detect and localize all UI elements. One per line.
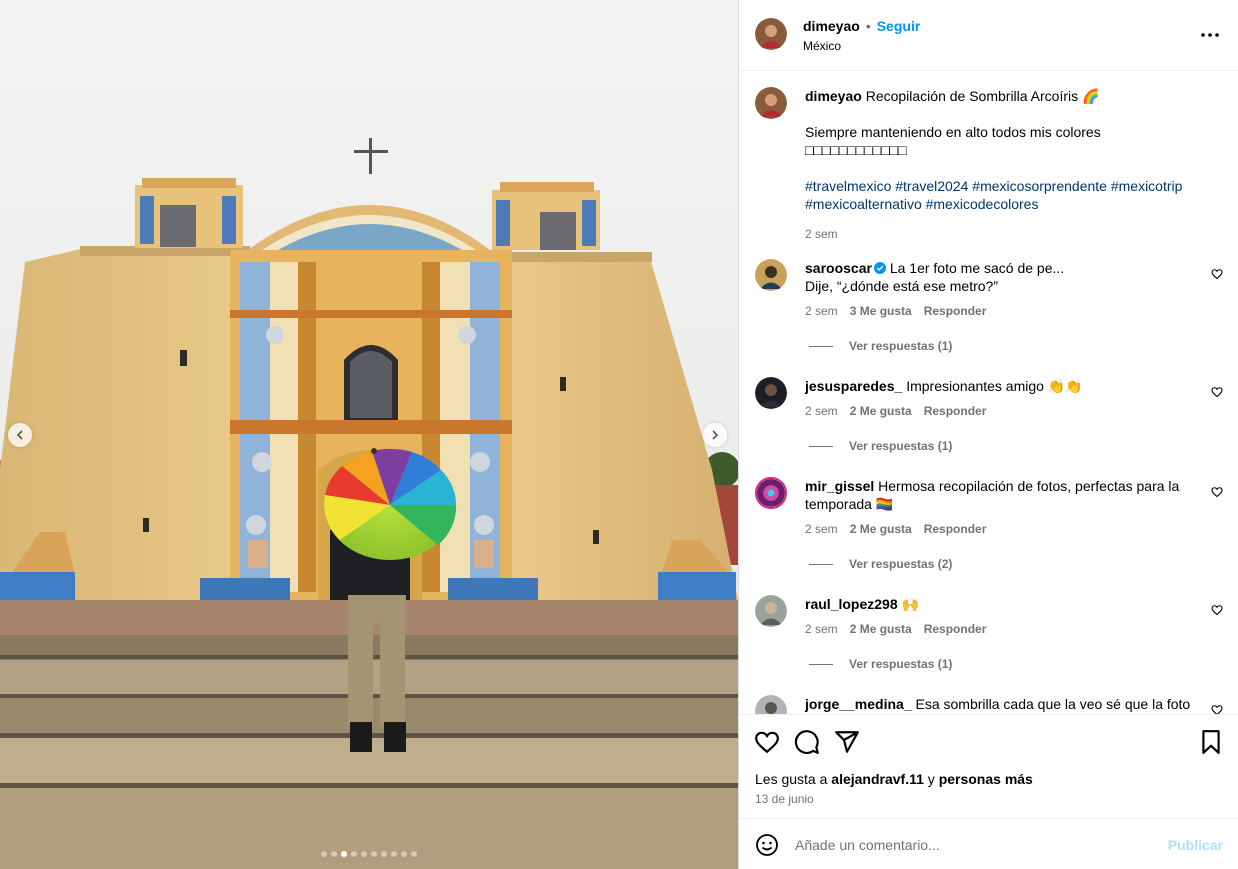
caption-text: Siempre manteniendo en alto todos mis co… — [805, 124, 1101, 140]
comment-text: Dije, “¿dónde está ese metro?” — [805, 278, 998, 294]
more-options-button[interactable] — [1199, 26, 1221, 44]
more-horizontal-icon — [1201, 33, 1219, 37]
comment-like-heart-icon[interactable] — [1211, 704, 1223, 714]
caption-hashtags[interactable]: #mexicoalternativo #mexicodecolores — [805, 195, 1215, 213]
replies-divider — [809, 345, 833, 347]
publish-comment-button[interactable]: Publicar — [1168, 837, 1223, 853]
view-replies-button[interactable]: Ver respuestas (1) — [809, 657, 952, 671]
comment-input[interactable] — [795, 831, 1155, 859]
comment-username[interactable]: sarooscar — [805, 260, 872, 276]
reply-button[interactable]: Responder — [924, 622, 987, 636]
carousel-dot — [361, 851, 367, 857]
post-location[interactable]: México — [803, 39, 841, 53]
comment-username[interactable]: jesusparedes_ — [805, 378, 902, 394]
verified-badge-icon — [873, 262, 886, 274]
comment-like-heart-icon[interactable] — [1211, 604, 1223, 616]
chevron-left-icon — [16, 430, 23, 440]
heart-icon[interactable] — [754, 729, 780, 755]
comment-text: Impresionantes amigo 👏👏 — [906, 378, 1083, 394]
carousel-dot — [381, 851, 387, 857]
separator-dot: • — [865, 18, 871, 34]
post-sidebar: dimeyao • Seguir México dimeyao Recopila… — [738, 0, 1238, 869]
view-replies-button[interactable]: Ver respuestas (2) — [809, 557, 952, 571]
view-replies-label: Ver respuestas (1) — [849, 657, 953, 671]
comment-username[interactable]: raul_lopez298 — [805, 596, 898, 612]
comment-username[interactable]: mir_gissel — [805, 478, 874, 494]
caption-timestamp[interactable]: 2 sem — [805, 227, 838, 241]
replies-divider — [809, 445, 833, 447]
caption-title: Recopilación de Sombrilla Arcoíris 🌈 — [865, 88, 1100, 104]
carousel-dot — [341, 851, 347, 857]
view-replies-button[interactable]: Ver respuestas (1) — [809, 339, 952, 353]
comment-text: 🙌 — [901, 596, 919, 612]
carousel-next-button[interactable] — [703, 423, 727, 447]
likes-user[interactable]: alejandravf.11 — [831, 771, 924, 787]
comment-likes[interactable]: 2 Me gusta — [850, 622, 912, 636]
author-avatar[interactable] — [755, 18, 787, 50]
instagram-post-modal: dimeyao • Seguir México dimeyao Recopila… — [0, 0, 1238, 869]
commenter-avatar[interactable] — [755, 595, 787, 627]
comment-username[interactable]: jorge__medina_ — [805, 696, 912, 712]
post-date[interactable]: 13 de junio — [755, 792, 814, 806]
reply-button[interactable]: Responder — [924, 404, 987, 418]
comment-icon[interactable] — [794, 729, 820, 755]
likes-prefix: Les gusta a — [755, 771, 828, 787]
carousel-dot — [331, 851, 337, 857]
replies-divider — [809, 663, 833, 665]
comment-timestamp[interactable]: 2 sem — [805, 522, 838, 536]
comment-text: La 1er foto me sacó de pe... — [889, 260, 1065, 276]
comment-timestamp[interactable]: 2 sem — [805, 304, 838, 318]
smiley-icon[interactable] — [755, 833, 779, 857]
commenter-avatar[interactable] — [755, 377, 787, 409]
view-replies-button[interactable]: Ver respuestas (1) — [809, 439, 952, 453]
likes-summary[interactable]: Les gusta a alejandravf.11 y personas má… — [755, 771, 1033, 787]
follow-button[interactable]: Seguir — [877, 18, 921, 34]
view-replies-label: Ver respuestas (2) — [849, 557, 953, 571]
caption-username[interactable]: dimeyao — [805, 88, 862, 104]
view-replies-label: Ver respuestas (1) — [849, 339, 953, 353]
commenter-avatar[interactable] — [755, 477, 787, 509]
bookmark-icon[interactable] — [1198, 729, 1224, 755]
carousel-dot — [391, 851, 397, 857]
carousel-indicator — [0, 851, 738, 857]
post-action-bar: Les gusta a alejandravf.11 y personas má… — [739, 714, 1238, 818]
caption-symbols: □□□□□□□□□□□□ — [805, 142, 907, 158]
comments-list[interactable]: dimeyao Recopilación de Sombrilla Arcoír… — [739, 71, 1238, 714]
reply-button[interactable]: Responder — [924, 304, 987, 318]
replies-divider — [809, 563, 833, 565]
carousel-dot — [411, 851, 417, 857]
comment-timestamp[interactable]: 2 sem — [805, 404, 838, 418]
comment-text: Hermosa recopilación de fotos, perfectas… — [878, 478, 1180, 494]
comment-like-heart-icon[interactable] — [1211, 268, 1223, 280]
carousel-prev-button[interactable] — [8, 423, 32, 447]
caption-hashtags[interactable]: #travelmexico #travel2024 #mexicosorpren… — [805, 177, 1215, 195]
comment-like-heart-icon[interactable] — [1211, 486, 1223, 498]
post-photo[interactable] — [0, 0, 738, 869]
comment-composer: Publicar — [739, 818, 1238, 869]
carousel-dot — [351, 851, 357, 857]
carousel-dot — [321, 851, 327, 857]
comment-like-heart-icon[interactable] — [1211, 386, 1223, 398]
comment-likes[interactable]: 2 Me gusta — [850, 522, 912, 536]
carousel-dot — [401, 851, 407, 857]
carousel-dot — [371, 851, 377, 857]
comment-likes[interactable]: 3 Me gusta — [850, 304, 912, 318]
comment-timestamp[interactable]: 2 sem — [805, 622, 838, 636]
church-photo — [0, 0, 738, 869]
view-replies-label: Ver respuestas (1) — [849, 439, 953, 453]
comment-likes[interactable]: 2 Me gusta — [850, 404, 912, 418]
commenter-avatar[interactable] — [755, 695, 787, 714]
author-avatar[interactable] — [755, 87, 787, 119]
chevron-right-icon — [712, 430, 719, 440]
likes-others[interactable]: personas más — [939, 771, 1033, 787]
send-icon[interactable] — [834, 729, 860, 755]
post-header: dimeyao • Seguir México — [739, 0, 1238, 71]
comment-text: temporada 🏳️‍🌈 — [805, 496, 894, 512]
author-username[interactable]: dimeyao — [803, 18, 860, 34]
reply-button[interactable]: Responder — [924, 522, 987, 536]
commenter-avatar[interactable] — [755, 259, 787, 291]
likes-conjunction: y — [927, 771, 935, 787]
